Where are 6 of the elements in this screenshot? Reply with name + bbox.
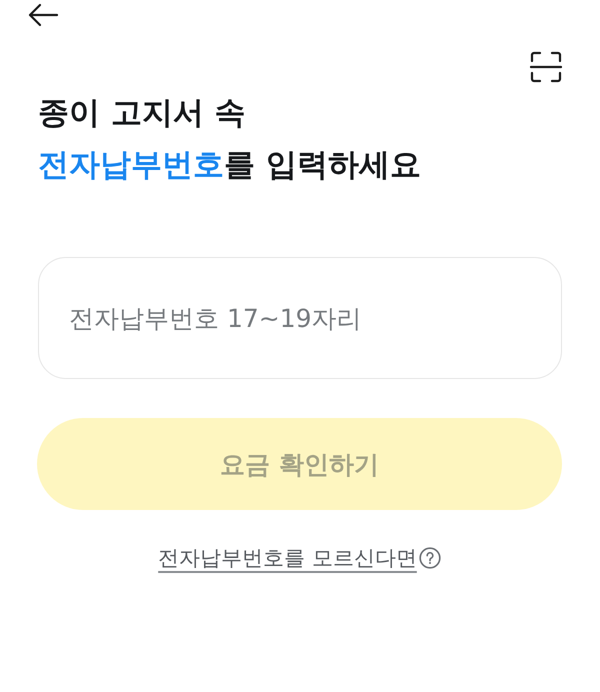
input-field[interactable]: 전자납부번호 17~19자리 [38, 257, 562, 379]
page-title: 종이 고지서 속 전자납부번호를 입력하세요 [38, 94, 422, 185]
help-link[interactable]: 전자납부번호를 모르신다면 [158, 544, 417, 572]
scan-icon[interactable] [530, 51, 562, 83]
help-icon[interactable] [418, 547, 441, 569]
back-arrow-icon[interactable] [27, 3, 59, 27]
